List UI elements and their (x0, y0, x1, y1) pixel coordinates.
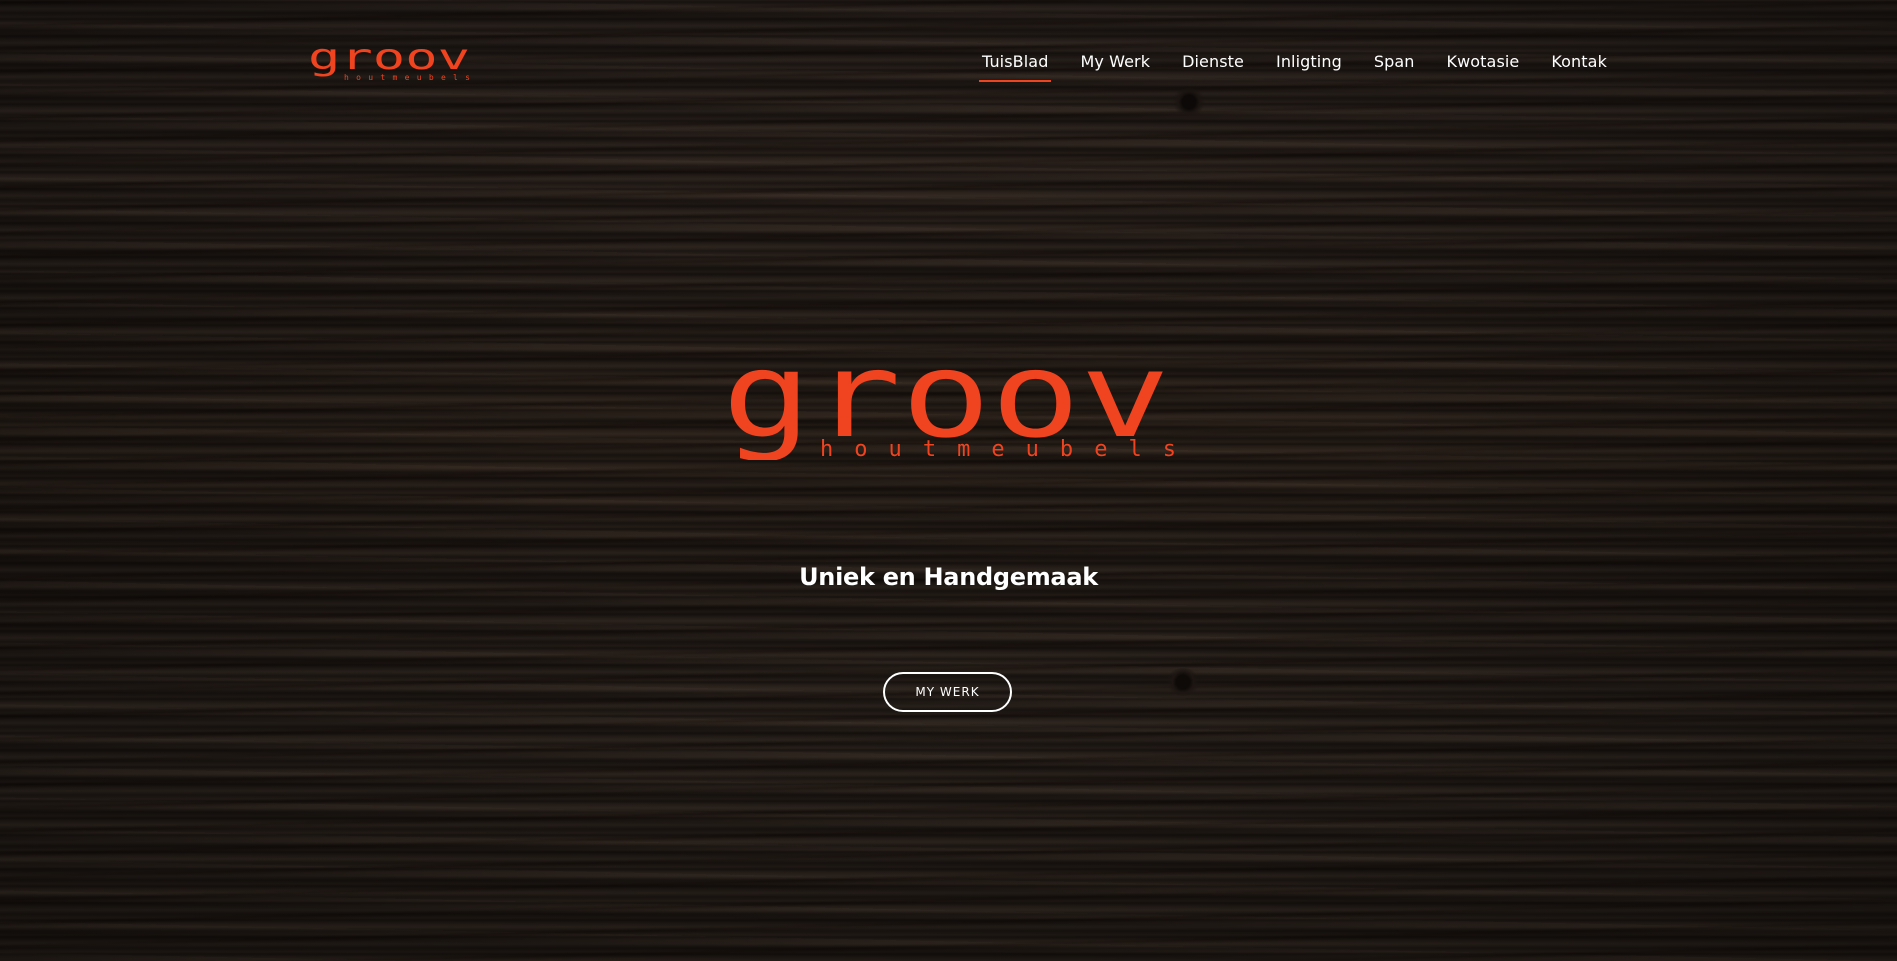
hero-content: groov houtmeubels Uniek en Handgemaak MY… (0, 0, 1897, 961)
my-werk-button[interactable]: MY WERK (883, 672, 1012, 712)
hero-tagline: Uniek en Handgemaak (799, 563, 1098, 591)
hero-logo: groov houtmeubels (722, 348, 1176, 460)
